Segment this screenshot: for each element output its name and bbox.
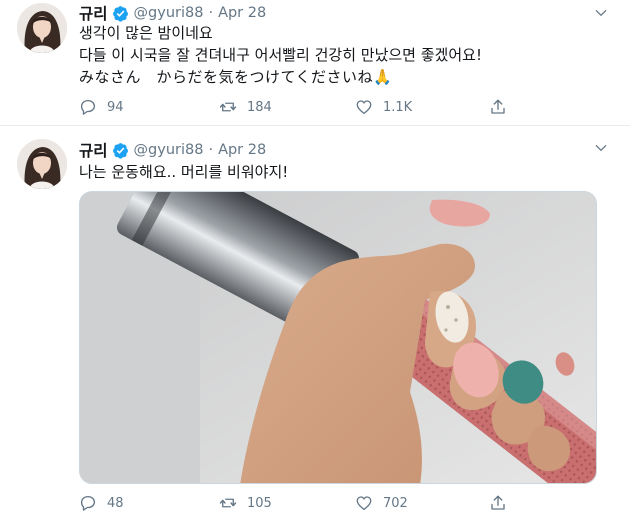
- author-avatar[interactable]: [17, 3, 67, 53]
- verified-badge-icon: [112, 5, 128, 22]
- tweet-text-line: 생각이 많은 밤이네요: [79, 24, 213, 42]
- author-name[interactable]: 규리: [79, 139, 108, 161]
- tweet-header: 규리 @gyuri88 · Apr 28: [79, 2, 266, 24]
- retweet-icon: [219, 498, 237, 508]
- heart-icon: [356, 496, 372, 511]
- like-button[interactable]: 1.1K: [355, 97, 412, 117]
- reply-icon: [80, 495, 96, 511]
- reply-button[interactable]: 48: [79, 493, 124, 513]
- avatar-photo-icon: [17, 3, 67, 53]
- author-name[interactable]: 규리: [79, 2, 108, 24]
- avatar-photo-icon: [17, 139, 67, 189]
- tweet-text-line: 나는 운동해요.. 머리를 비워야지!: [79, 163, 289, 181]
- retweet-count: 184: [247, 99, 272, 115]
- tweet-text-line: みなさん からだを気をつけてくださいね🙏: [79, 68, 393, 86]
- tweet[interactable]: 규리 @gyuri88 · Apr 28 생각이 많은 밤이네요 다들 이 시국…: [0, 0, 630, 126]
- tweet-header: 규리 @gyuri88 · Apr 28: [79, 139, 266, 161]
- reply-count: 48: [107, 495, 124, 511]
- author-handle[interactable]: @gyuri88: [134, 142, 204, 158]
- separator-dot: ·: [208, 142, 214, 158]
- share-icon: [491, 99, 505, 114]
- tweet-date[interactable]: Apr 28: [218, 142, 266, 158]
- retweet-button[interactable]: 105: [219, 493, 272, 513]
- reply-icon: [80, 99, 96, 115]
- dumbbell-photo-icon: [80, 192, 596, 483]
- share-icon: [491, 495, 505, 510]
- retweet-icon: [219, 102, 237, 112]
- tweet-photo[interactable]: [79, 191, 597, 484]
- verified-badge-icon: [112, 142, 128, 159]
- author-avatar[interactable]: [17, 139, 67, 189]
- chevron-down-icon[interactable]: [594, 6, 608, 20]
- separator-dot: ·: [208, 5, 214, 21]
- share-button[interactable]: [489, 97, 507, 117]
- tweet-actions: 48 105 702: [79, 493, 519, 513]
- tweet-text: 나는 운동해요.. 머리를 비워야지!: [79, 161, 288, 183]
- like-count: 702: [383, 495, 408, 511]
- like-count: 1.1K: [383, 99, 413, 115]
- retweet-button[interactable]: 184: [219, 97, 272, 117]
- retweet-count: 105: [247, 495, 272, 511]
- reply-count: 94: [107, 99, 124, 115]
- share-button[interactable]: [489, 493, 507, 513]
- tweet-date[interactable]: Apr 28: [218, 5, 266, 21]
- tweet-actions: 94 184 1.1K: [79, 97, 519, 117]
- heart-icon: [356, 100, 372, 115]
- tweet[interactable]: 규리 @gyuri88 · Apr 28 나는 운동해요.. 머리를 비워야지!: [0, 127, 630, 516]
- tweet-text-line: 다들 이 시국을 잘 견뎌내구 어서빨리 건강히 만났으면 좋겠어요!: [79, 46, 482, 64]
- tweet-text: 생각이 많은 밤이네요 다들 이 시국을 잘 견뎌내구 어서빨리 건강히 만났으…: [79, 22, 482, 88]
- author-handle[interactable]: @gyuri88: [134, 5, 204, 21]
- like-button[interactable]: 702: [355, 493, 408, 513]
- chevron-down-icon[interactable]: [594, 141, 608, 155]
- reply-button[interactable]: 94: [79, 97, 124, 117]
